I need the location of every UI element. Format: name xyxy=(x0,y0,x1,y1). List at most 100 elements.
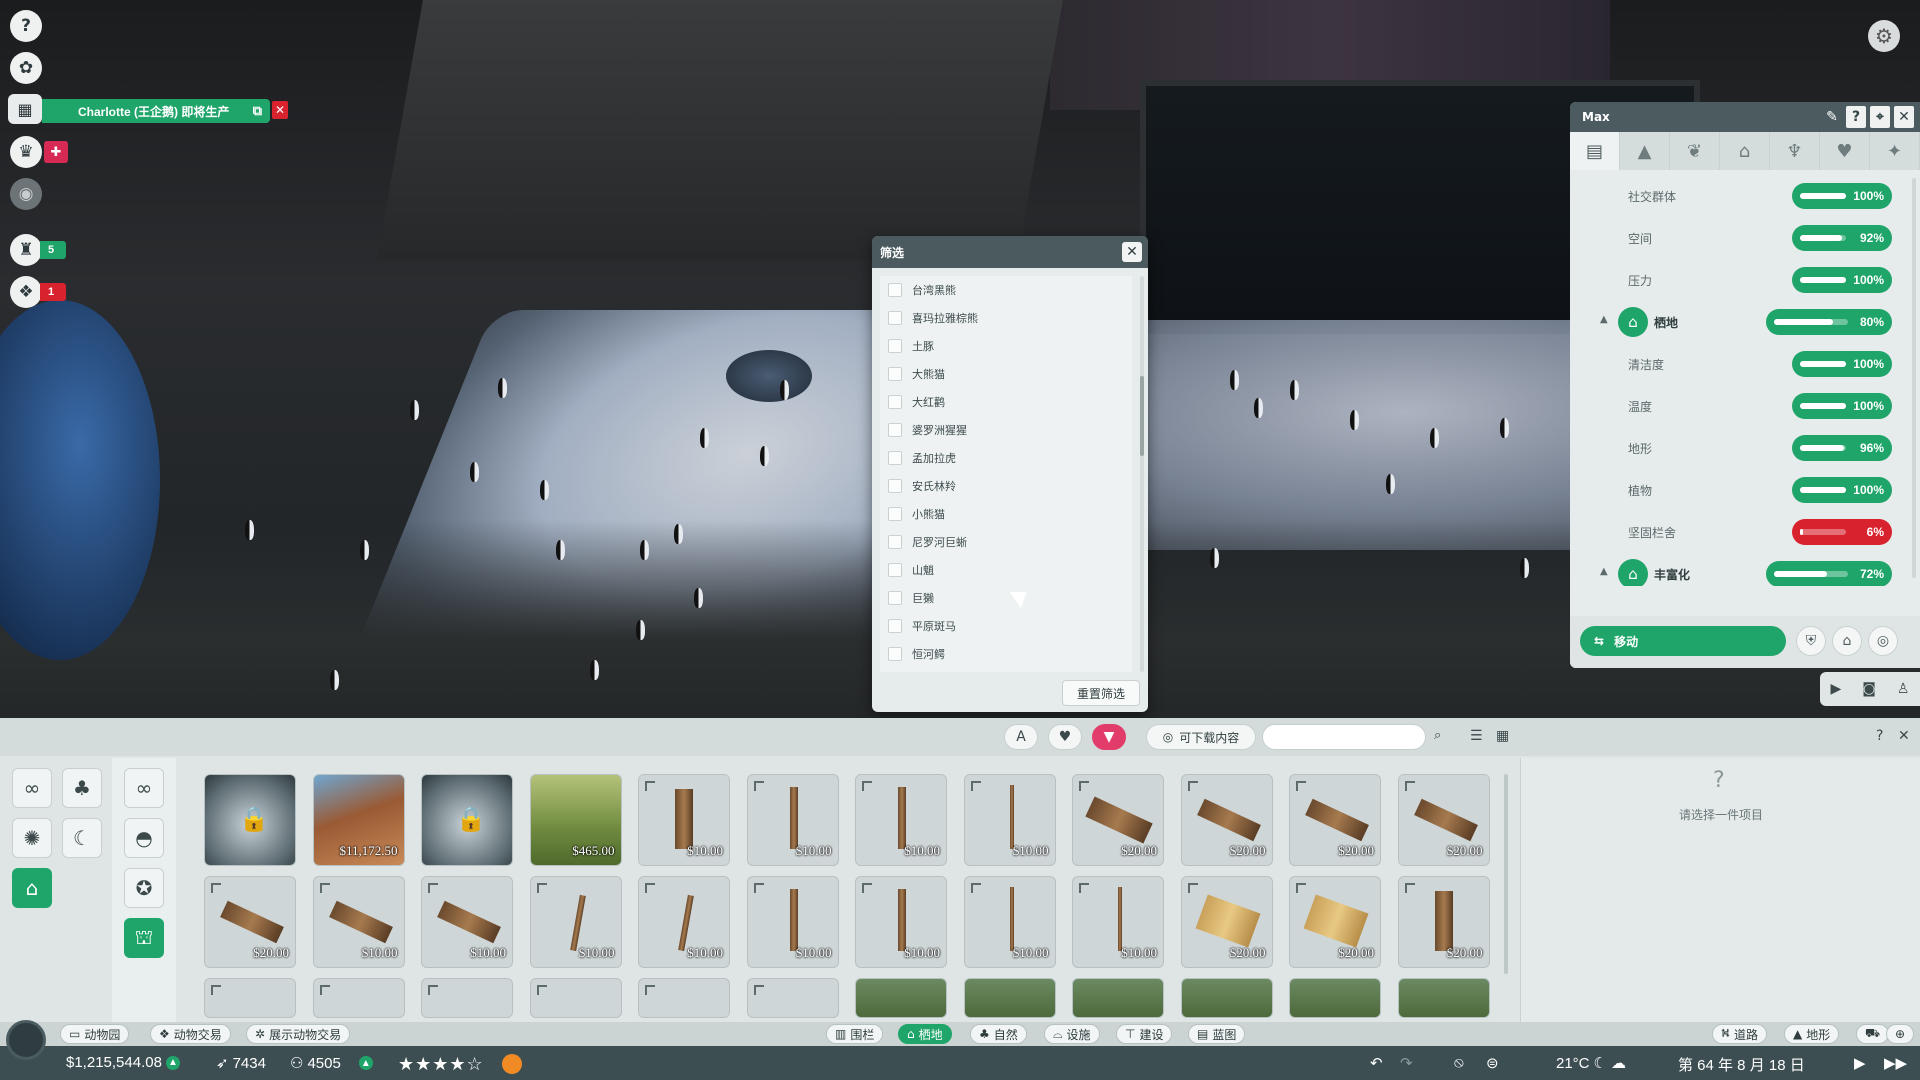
filter-species-item[interactable]: 大红鹳 xyxy=(880,388,1132,416)
item-tile[interactable]: $20.00 xyxy=(1180,774,1273,866)
settings-gear-icon[interactable]: ⚙ xyxy=(1868,20,1900,52)
release-icon[interactable]: ◎ xyxy=(1868,626,1898,656)
mode-fence-button[interactable]: ▥ 围栏 xyxy=(826,1024,884,1044)
item-tile[interactable]: $20.00 xyxy=(1289,876,1381,968)
animal-icon[interactable]: ✿ xyxy=(10,52,42,84)
mode-path-button[interactable]: ⛕ 道路 xyxy=(1712,1024,1767,1044)
keeper-icon[interactable]: ♙ xyxy=(1897,681,1910,697)
speed-icon[interactable]: ⊜ xyxy=(1486,1054,1499,1072)
filter-funnel-icon[interactable]: ▼ xyxy=(1092,724,1126,750)
welfare-tab[interactable]: ♥ xyxy=(1820,132,1870,170)
collapse-chevron-icon[interactable]: ▲ xyxy=(1600,566,1608,577)
penguin[interactable] xyxy=(640,540,649,560)
filter-species-item[interactable]: 喜玛拉雅棕熊 xyxy=(880,304,1132,332)
filter-species-item[interactable]: 安氏林羚 xyxy=(880,472,1132,500)
penguin[interactable] xyxy=(1290,380,1299,400)
filter-close-icon[interactable]: ✕ xyxy=(1122,242,1142,262)
item-tile[interactable]: $10.00 xyxy=(1072,876,1164,968)
filter-checkbox[interactable] xyxy=(888,423,902,437)
collapse-chevron-icon[interactable]: ▲ xyxy=(1600,314,1608,325)
filter-checkbox[interactable] xyxy=(888,479,902,493)
undo-icon[interactable]: ↶ xyxy=(1370,1054,1383,1072)
panel-close-icon[interactable]: ✕ xyxy=(1894,106,1914,128)
penguin[interactable] xyxy=(1210,548,1219,568)
filter-checkbox[interactable] xyxy=(888,367,902,381)
habitat-tab[interactable]: ⌂ xyxy=(1720,132,1770,170)
item-tile[interactable] xyxy=(746,978,839,1018)
penguin[interactable] xyxy=(360,540,369,560)
penguin[interactable] xyxy=(780,380,789,400)
subcategory-food-icon[interactable]: ◓ xyxy=(124,818,164,858)
penguin[interactable] xyxy=(410,400,419,420)
filter-species-item[interactable]: 尼罗河巨蜥 xyxy=(880,528,1132,556)
filter-species-item[interactable]: 大熊猫 xyxy=(880,360,1132,388)
mode-habitat-button[interactable]: ⌂ 栖地 xyxy=(898,1024,952,1044)
item-tile[interactable] xyxy=(855,978,947,1018)
favorite-heart-icon[interactable]: ♥ xyxy=(1048,724,1082,750)
item-tile[interactable]: $20.00 xyxy=(1180,876,1273,968)
filter-checkbox[interactable] xyxy=(888,563,902,577)
penguin[interactable] xyxy=(700,428,709,448)
filter-species-item[interactable]: 土豚 xyxy=(880,332,1132,360)
genetics-tab[interactable]: ✦ xyxy=(1870,132,1920,170)
terrain-tab[interactable]: ▲ xyxy=(1620,132,1670,170)
photo-icon[interactable]: ◙ xyxy=(1862,681,1876,697)
fast-forward-icon[interactable]: ▶▶ xyxy=(1884,1054,1907,1072)
rename-pencil-icon[interactable]: ✎ xyxy=(1822,106,1842,128)
trophy-icon[interactable]: ♛ xyxy=(10,136,42,168)
info-tab[interactable]: ▤ xyxy=(1570,132,1620,170)
item-tile[interactable] xyxy=(312,978,405,1018)
filter-checkbox[interactable] xyxy=(888,591,902,605)
shelter-icon[interactable]: ⌂ xyxy=(1832,626,1862,656)
grid-scrollbar[interactable] xyxy=(1504,774,1508,974)
penguin[interactable] xyxy=(540,480,549,500)
filter-checkbox[interactable] xyxy=(888,619,902,633)
grid-view-icon[interactable]: ▦ xyxy=(1496,728,1509,744)
notification-close-icon[interactable]: ✕ xyxy=(272,101,288,119)
mode-nature-button[interactable]: ♣ 自然 xyxy=(970,1024,1027,1044)
penguin[interactable] xyxy=(760,446,769,466)
filter-species-item[interactable]: 平原斑马 xyxy=(880,612,1132,640)
filter-checkbox[interactable] xyxy=(888,283,902,297)
penguin[interactable] xyxy=(636,620,645,640)
item-tile[interactable]: $10.00 xyxy=(746,876,839,968)
penguin[interactable] xyxy=(1254,398,1263,418)
play-speed-icon[interactable]: ▶ xyxy=(1854,1054,1866,1072)
filter-checkbox[interactable] xyxy=(888,647,902,661)
item-tile[interactable]: $11,172.50 xyxy=(312,774,405,866)
penguin[interactable] xyxy=(1350,410,1359,430)
penguin[interactable] xyxy=(674,524,683,544)
penguin[interactable] xyxy=(694,588,703,608)
item-tile[interactable] xyxy=(1180,978,1273,1018)
category-sleep-icon[interactable]: ☾ xyxy=(62,818,102,858)
penguin[interactable] xyxy=(245,520,254,540)
item-tile[interactable] xyxy=(963,978,1056,1018)
open-link-icon[interactable]: ⧉ xyxy=(253,103,262,119)
family-tab[interactable]: ♆ xyxy=(1770,132,1820,170)
penguin[interactable] xyxy=(556,540,565,560)
filter-scrollbar-thumb[interactable] xyxy=(1140,376,1144,456)
mode-extra-button[interactable]: ⊕ xyxy=(1886,1024,1915,1044)
subcategory-all-icon[interactable]: ∞ xyxy=(124,768,164,808)
item-tile[interactable]: $10.00 xyxy=(638,774,730,866)
penguin[interactable] xyxy=(590,660,599,680)
item-tile[interactable]: $10.00 xyxy=(963,876,1056,968)
list-view-icon[interactable]: ☰ xyxy=(1470,728,1483,744)
item-tile[interactable]: $10.00 xyxy=(855,774,947,866)
welfare-group-row[interactable]: ▲ ⌂ 栖地 80% xyxy=(1570,304,1910,338)
item-tile[interactable] xyxy=(421,978,513,1018)
search-input[interactable] xyxy=(1262,724,1426,750)
camera-icon[interactable]: ▶ xyxy=(1831,681,1842,697)
filter-species-item[interactable]: 小熊猫 xyxy=(880,500,1132,528)
penguin[interactable] xyxy=(470,462,479,482)
penguin[interactable] xyxy=(1520,558,1529,578)
filter-species-item[interactable]: 孟加拉虎 xyxy=(880,444,1132,472)
eye-icon[interactable]: ◉ xyxy=(10,178,42,210)
penguin[interactable] xyxy=(1500,418,1509,438)
time-dial[interactable] xyxy=(6,1020,46,1060)
zoo-stars[interactable]: ★★★★☆ xyxy=(398,1054,484,1075)
filter-checkbox[interactable] xyxy=(888,507,902,521)
mode-zoo-button[interactable]: ▭ 动物园 xyxy=(60,1024,130,1044)
redo-icon[interactable]: ↷ xyxy=(1400,1054,1413,1072)
plant-tab[interactable]: ❦ xyxy=(1670,132,1720,170)
